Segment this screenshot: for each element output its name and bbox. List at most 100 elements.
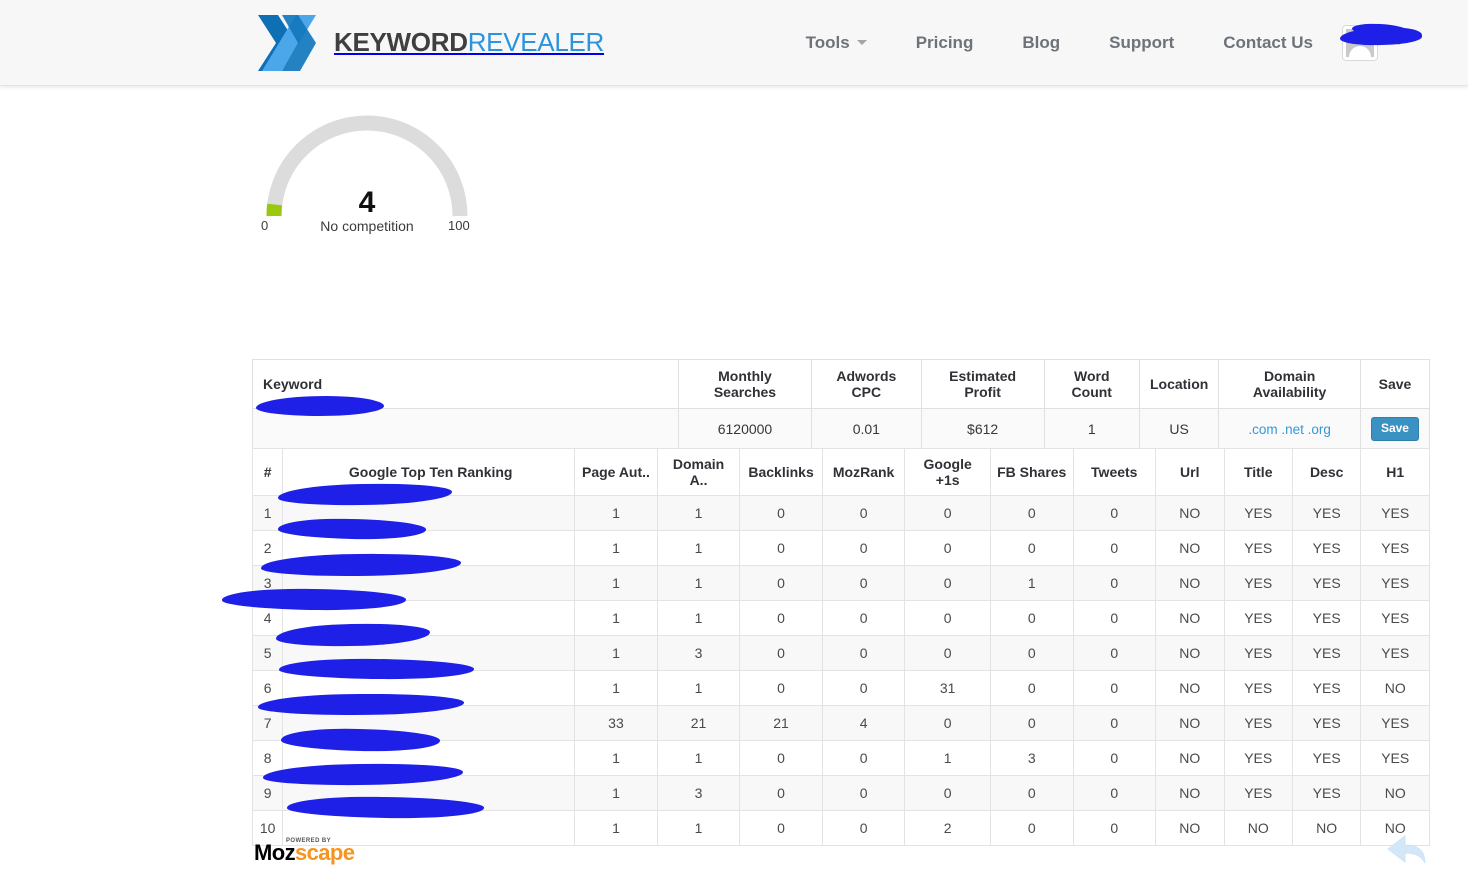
- gauge-min-label: 0: [261, 218, 269, 233]
- cell-backlinks: 21: [739, 705, 823, 741]
- cell-domain-authority: 3: [656, 775, 741, 811]
- user-avatar-icon: [1343, 25, 1377, 60]
- domain-availability-links[interactable]: .com .net .org: [1248, 422, 1331, 437]
- cell-h1: YES: [1360, 495, 1430, 531]
- nav-item-contact-us-label: Contact Us: [1223, 32, 1313, 52]
- cell-title: YES: [1223, 635, 1293, 671]
- table-header-row: # Google Top Ten Ranking Page Aut.. Doma…: [251, 448, 1430, 496]
- gauge-value: 4: [358, 186, 376, 219]
- cell-mozrank: 0: [821, 530, 906, 566]
- cell-desc: YES: [1291, 670, 1362, 706]
- cell-desc: YES: [1291, 600, 1362, 636]
- column-header-monthly-searches[interactable]: Monthly Searches: [678, 359, 812, 409]
- column-header-adwords-cpc[interactable]: Adwords CPC: [810, 359, 922, 409]
- cell-tweets: 0: [1072, 740, 1157, 776]
- cell-domain-availability: .com .net .org: [1218, 408, 1361, 450]
- cell-domain-authority: 21: [656, 705, 741, 741]
- cell-tweets: 0: [1072, 670, 1157, 706]
- nav-item-blog[interactable]: Blog: [1020, 27, 1062, 59]
- cell-desc: YES: [1291, 635, 1362, 671]
- cell-desc: NO: [1291, 810, 1362, 846]
- cell-url: NO: [1155, 495, 1225, 531]
- column-header-domain-authority[interactable]: Domain A..: [656, 448, 741, 496]
- column-header-h1[interactable]: H1: [1360, 448, 1430, 496]
- column-header-page-authority[interactable]: Page Aut..: [574, 448, 658, 496]
- nav-item-pricing[interactable]: Pricing: [914, 27, 976, 59]
- cell-mozrank: 0: [821, 495, 906, 531]
- nav-item-support[interactable]: Support: [1107, 27, 1176, 59]
- cell-tweets: 0: [1072, 635, 1157, 671]
- cell-page-authority: 1: [574, 635, 658, 671]
- save-button[interactable]: Save: [1370, 417, 1419, 441]
- cell-google-plus-ones: 1: [904, 740, 991, 776]
- table-row: 4 1 1 0 0 0 0 0 NO YES YES YES: [251, 600, 1430, 636]
- powered-by-label: POWERED BY: [286, 838, 332, 844]
- table-row: 3 1 1 0 0 0 1 0 NO YES YES YES: [251, 565, 1430, 601]
- cell-mozrank: 0: [821, 565, 906, 601]
- cell-index: 9: [251, 775, 284, 811]
- brand-logo-link[interactable]: KEYWORDREVEALER: [252, 13, 604, 73]
- cell-site: [282, 565, 576, 601]
- cell-mozrank: 0: [821, 810, 906, 846]
- table-row: 6120000 0.01 $612 1 US .com .net .org Sa…: [252, 408, 1431, 450]
- cell-domain-authority: 1: [656, 600, 741, 636]
- nav-item-support-label: Support: [1109, 32, 1175, 52]
- cell-url: NO: [1155, 705, 1225, 741]
- brand-wordmark: KEYWORDREVEALER: [334, 27, 604, 58]
- nav-item-contact-us[interactable]: Contact Us: [1221, 27, 1315, 59]
- cell-tweets: 0: [1072, 810, 1157, 846]
- cell-domain-authority: 1: [656, 530, 741, 566]
- cell-google-plus-ones: 0: [904, 775, 991, 811]
- cell-desc: YES: [1291, 530, 1362, 566]
- column-header-fb-shares[interactable]: FB Shares: [989, 448, 1074, 496]
- table-row: 8 1 1 0 0 1 3 0 NO YES YES YES: [251, 740, 1430, 776]
- cell-mozrank: 4: [821, 705, 906, 741]
- cell-google-plus-ones: 0: [904, 530, 991, 566]
- cell-fb-shares: 0: [989, 670, 1074, 706]
- cell-index: 3: [251, 565, 284, 601]
- cell-backlinks: 0: [739, 495, 823, 531]
- cell-monthly-searches: 6120000: [678, 408, 812, 450]
- cell-title: YES: [1223, 740, 1293, 776]
- nav-item-tools[interactable]: Tools: [804, 27, 869, 59]
- reply-arrow-icon[interactable]: [1383, 832, 1435, 874]
- cell-fb-shares: 0: [989, 775, 1074, 811]
- cell-mozrank: 0: [821, 600, 906, 636]
- column-header-backlinks[interactable]: Backlinks: [739, 448, 823, 496]
- column-header-title[interactable]: Title: [1223, 448, 1293, 496]
- cell-save: Save: [1359, 408, 1431, 450]
- cell-title: YES: [1223, 670, 1293, 706]
- gauge-max-label: 100: [448, 218, 470, 233]
- cell-site: [282, 670, 576, 706]
- column-header-domain-availability[interactable]: Domain Availability: [1218, 359, 1361, 409]
- column-header-keyword[interactable]: Keyword: [252, 359, 679, 409]
- table-row: 2 1 1 0 0 0 0 0 NO YES YES YES: [251, 530, 1430, 566]
- cell-backlinks: 0: [739, 635, 823, 671]
- cell-title: YES: [1223, 565, 1293, 601]
- cell-site: [282, 705, 576, 741]
- cell-keyword: [252, 408, 679, 450]
- column-header-location[interactable]: Location: [1138, 359, 1220, 409]
- column-header-desc[interactable]: Desc: [1291, 448, 1362, 496]
- cell-mozrank: 0: [821, 670, 906, 706]
- cell-index: 2: [251, 530, 284, 566]
- user-menu[interactable]: [1343, 25, 1404, 60]
- column-header-estimated-profit[interactable]: Estimated Profit: [920, 359, 1045, 409]
- table-row: 5 1 3 0 0 0 0 0 NO YES YES YES: [251, 635, 1430, 671]
- column-header-index[interactable]: #: [251, 448, 284, 496]
- column-header-mozrank[interactable]: MozRank: [821, 448, 906, 496]
- cell-desc: YES: [1291, 495, 1362, 531]
- column-header-google-top-ten-ranking[interactable]: Google Top Ten Ranking: [282, 448, 576, 496]
- column-header-tweets[interactable]: Tweets: [1072, 448, 1157, 496]
- column-header-save[interactable]: Save: [1359, 359, 1431, 409]
- cell-url: NO: [1155, 670, 1225, 706]
- cell-domain-authority: 1: [656, 740, 741, 776]
- column-header-google-plus-ones[interactable]: Google +1s: [904, 448, 991, 496]
- column-header-url[interactable]: Url: [1155, 448, 1225, 496]
- column-header-word-count[interactable]: Word Count: [1043, 359, 1140, 409]
- cell-word-count: 1: [1043, 408, 1140, 450]
- cell-desc: YES: [1291, 705, 1362, 741]
- cell-adwords-cpc: 0.01: [810, 408, 922, 450]
- cell-google-plus-ones: 0: [904, 705, 991, 741]
- cell-domain-authority: 1: [656, 810, 741, 846]
